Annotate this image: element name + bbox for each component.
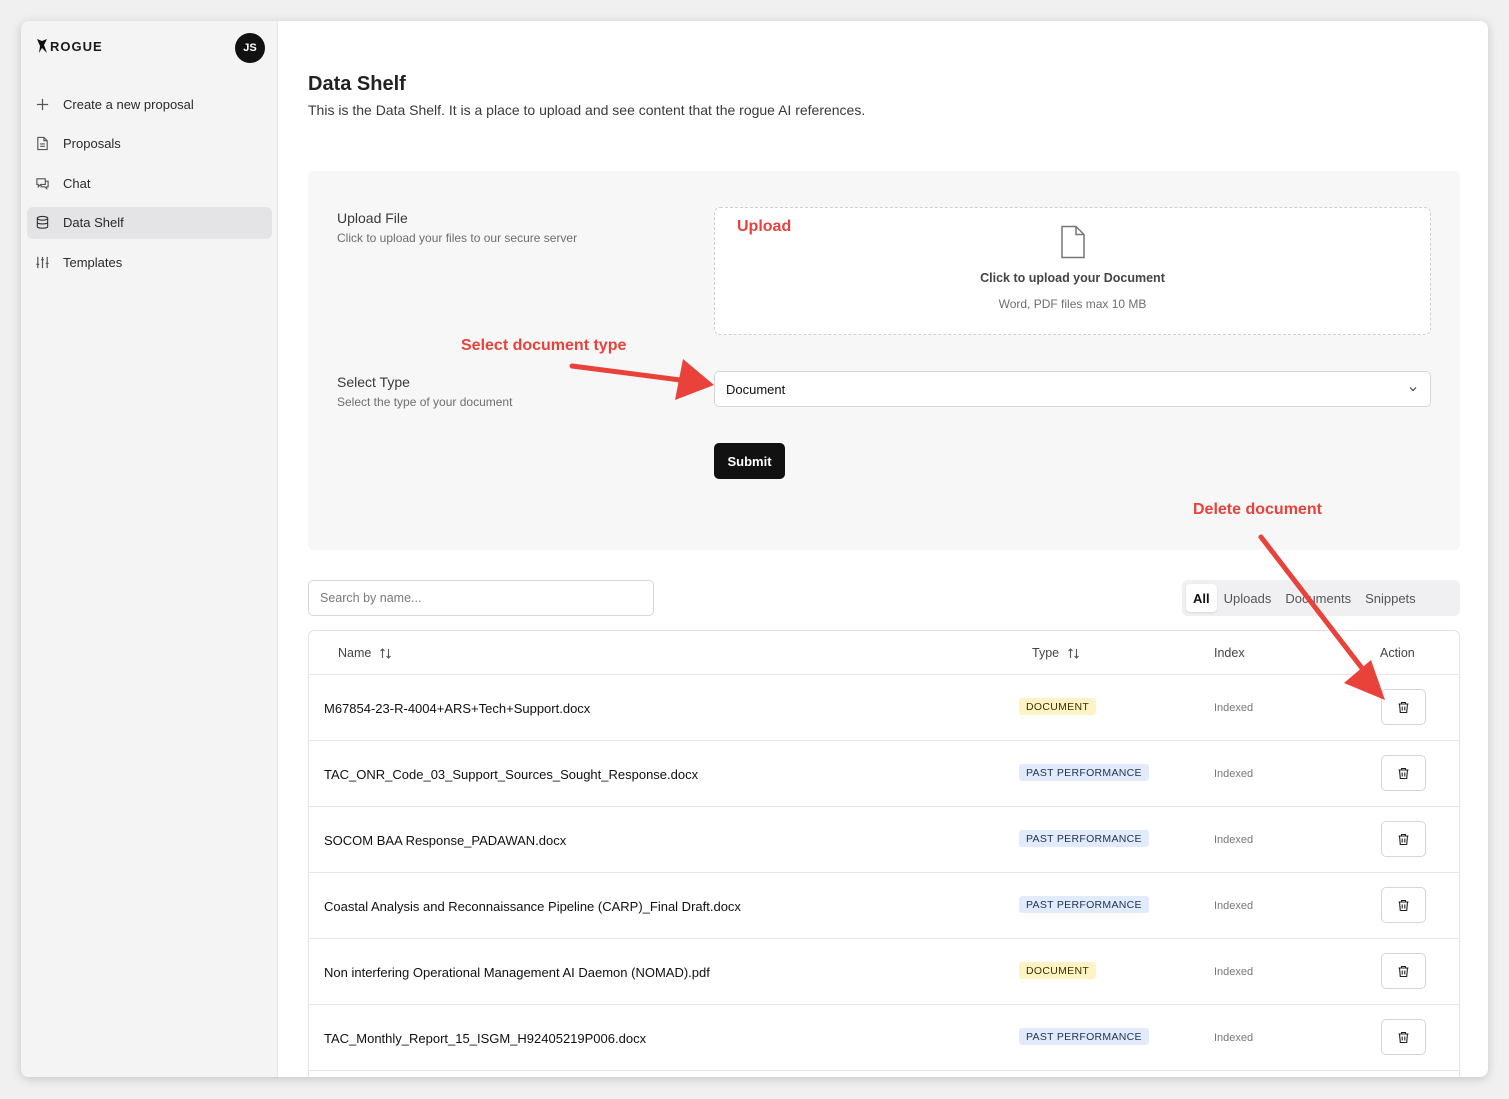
row-name: Non interfering Operational Management A… xyxy=(324,964,710,980)
row-name: M67854-23-R-4004+ARS+Tech+Support.docx xyxy=(324,700,591,716)
trash-icon xyxy=(1398,833,1409,845)
row-name: Coastal Analysis and Reconnaissance Pipe… xyxy=(324,898,741,914)
upload-panel: Upload File Click to upload your files t… xyxy=(308,171,1460,550)
sidebar-item-label: Chat xyxy=(63,175,91,191)
delete-button[interactable] xyxy=(1381,821,1426,857)
brand-name: ROGUE xyxy=(50,38,103,54)
chevron-down-icon xyxy=(1409,387,1417,392)
app-window: ROGUE JS Create a new proposal Proposals… xyxy=(21,21,1488,1077)
table-row[interactable]: TAC_Monthly_Report_15_ISGM_H92405219P006… xyxy=(309,1005,1459,1071)
column-header-name[interactable]: Name xyxy=(338,631,392,675)
type-badge: PAST PERFORMANCE xyxy=(1019,1028,1149,1045)
annotation-select-type: Select document type xyxy=(461,337,627,354)
column-header-label: Action xyxy=(1380,646,1415,660)
main-content: Data Shelf This is the Data Shelf. It is… xyxy=(278,21,1488,1077)
sort-icon xyxy=(380,647,392,659)
delete-button[interactable] xyxy=(1381,887,1426,923)
rogue-logo-icon xyxy=(37,39,47,53)
row-index-status: Indexed xyxy=(1214,834,1254,846)
select-type-label: Select Type xyxy=(337,374,410,390)
plus-icon xyxy=(36,98,49,110)
sidebar-nav: Create a new proposal Proposals Chat Dat… xyxy=(27,88,272,286)
row-index-status: Indexed xyxy=(1214,966,1254,978)
trash-icon xyxy=(1398,701,1409,713)
page-title: Data Shelf xyxy=(308,73,406,95)
sidebar-item-label: Proposals xyxy=(63,136,121,151)
dropzone-title: Click to upload your Document xyxy=(980,271,1165,285)
row-name: TAC_ONR_Code_03_Support_Sources_Sought_R… xyxy=(324,766,699,782)
table-row[interactable]: M67854-23-R-4004+ARS+Tech+Support.docx D… xyxy=(309,675,1459,741)
select-value: Document xyxy=(726,381,786,397)
sidebar-item-chat[interactable]: Chat xyxy=(27,167,272,199)
sort-icon xyxy=(1068,647,1079,659)
filter-tabs: All Uploads Documents Snippets xyxy=(1182,580,1460,616)
sidebar-item-create-proposal[interactable]: Create a new proposal xyxy=(27,88,272,120)
type-badge: DOCUMENT xyxy=(1019,962,1097,979)
brand-logo[interactable]: ROGUE xyxy=(36,38,103,54)
upload-file-sublabel: Click to upload your files to our secure… xyxy=(337,231,578,245)
tab-all[interactable]: All xyxy=(1186,584,1217,612)
type-badge: PAST PERFORMANCE xyxy=(1019,896,1149,913)
search-input[interactable] xyxy=(308,580,654,616)
chat-icon xyxy=(36,177,49,190)
database-icon xyxy=(36,215,49,229)
sidebar-item-data-shelf[interactable]: Data Shelf xyxy=(27,206,272,239)
table-row[interactable]: Non interfering Operational Management A… xyxy=(309,939,1459,1005)
sidebar-item-templates[interactable]: Templates xyxy=(27,246,272,278)
sidebar-item-label: Templates xyxy=(63,254,123,270)
sidebar-item-label: Create a new proposal xyxy=(63,96,194,112)
sidebar-item-label: Data Shelf xyxy=(63,215,124,230)
table-row[interactable]: SOCOM BAA Response_PADAWAN.docx PAST PER… xyxy=(309,807,1459,873)
user-avatar[interactable]: JS xyxy=(235,33,265,63)
trash-icon xyxy=(1398,1031,1409,1043)
row-index-status: Indexed xyxy=(1214,1032,1254,1044)
submit-button[interactable]: Submit xyxy=(714,443,785,479)
upload-dropzone[interactable]: Click to upload your Document Word, PDF … xyxy=(714,207,1431,335)
delete-button[interactable] xyxy=(1381,953,1426,989)
delete-button[interactable] xyxy=(1381,755,1426,791)
sidebar-item-proposals[interactable]: Proposals xyxy=(27,128,272,160)
row-name: SOCOM BAA Response_PADAWAN.docx xyxy=(324,832,567,848)
sliders-icon xyxy=(36,256,49,268)
table-row[interactable]: Coastal Analysis and Reconnaissance Pipe… xyxy=(309,873,1459,939)
trash-icon xyxy=(1398,899,1409,911)
trash-icon xyxy=(1398,767,1409,779)
annotation-upload: Upload xyxy=(737,218,792,235)
row-index-status: Indexed xyxy=(1214,768,1254,780)
table-row[interactable]: TAC_ONR_Code_03_Support_Sources_Sought_R… xyxy=(309,741,1459,807)
file-icon xyxy=(37,136,48,151)
annotation-delete: Delete document xyxy=(1193,501,1322,518)
dropzone-subtitle: Word, PDF files max 10 MB xyxy=(998,297,1147,311)
column-header-index: Index xyxy=(1214,631,1245,675)
upload-file-label: Upload File xyxy=(337,210,408,226)
column-header-label: Name xyxy=(338,646,372,660)
row-index-status: Indexed xyxy=(1214,900,1254,912)
row-index-status: Indexed xyxy=(1214,702,1254,714)
sidebar: ROGUE JS Create a new proposal Proposals… xyxy=(21,21,278,1077)
table-header: Name Type Index Action xyxy=(309,631,1459,675)
delete-button[interactable] xyxy=(1381,689,1426,725)
type-badge: DOCUMENT xyxy=(1019,698,1097,715)
trash-icon xyxy=(1398,965,1409,977)
delete-button[interactable] xyxy=(1381,1019,1426,1055)
column-header-label: Index xyxy=(1214,646,1245,660)
column-header-type[interactable]: Type xyxy=(1032,631,1080,675)
document-type-select[interactable]: Document xyxy=(714,371,1431,407)
tab-uploads[interactable]: Uploads xyxy=(1217,584,1279,612)
select-type-sublabel: Select the type of your document xyxy=(337,395,513,409)
type-badge: PAST PERFORMANCE xyxy=(1019,764,1149,781)
type-badge: PAST PERFORMANCE xyxy=(1019,830,1149,847)
column-header-action: Action xyxy=(1380,631,1415,675)
tab-documents[interactable]: Documents xyxy=(1278,584,1358,612)
row-name: TAC_Monthly_Report_15_ISGM_H92405219P006… xyxy=(324,1030,647,1046)
column-header-label: Type xyxy=(1032,646,1060,660)
documents-table: Name Type Index Action M67854-23-R-4004+… xyxy=(308,630,1460,1077)
tab-snippets[interactable]: Snippets xyxy=(1358,584,1423,612)
page-description: This is the Data Shelf. It is a place to… xyxy=(308,102,866,118)
document-icon xyxy=(1061,225,1085,259)
